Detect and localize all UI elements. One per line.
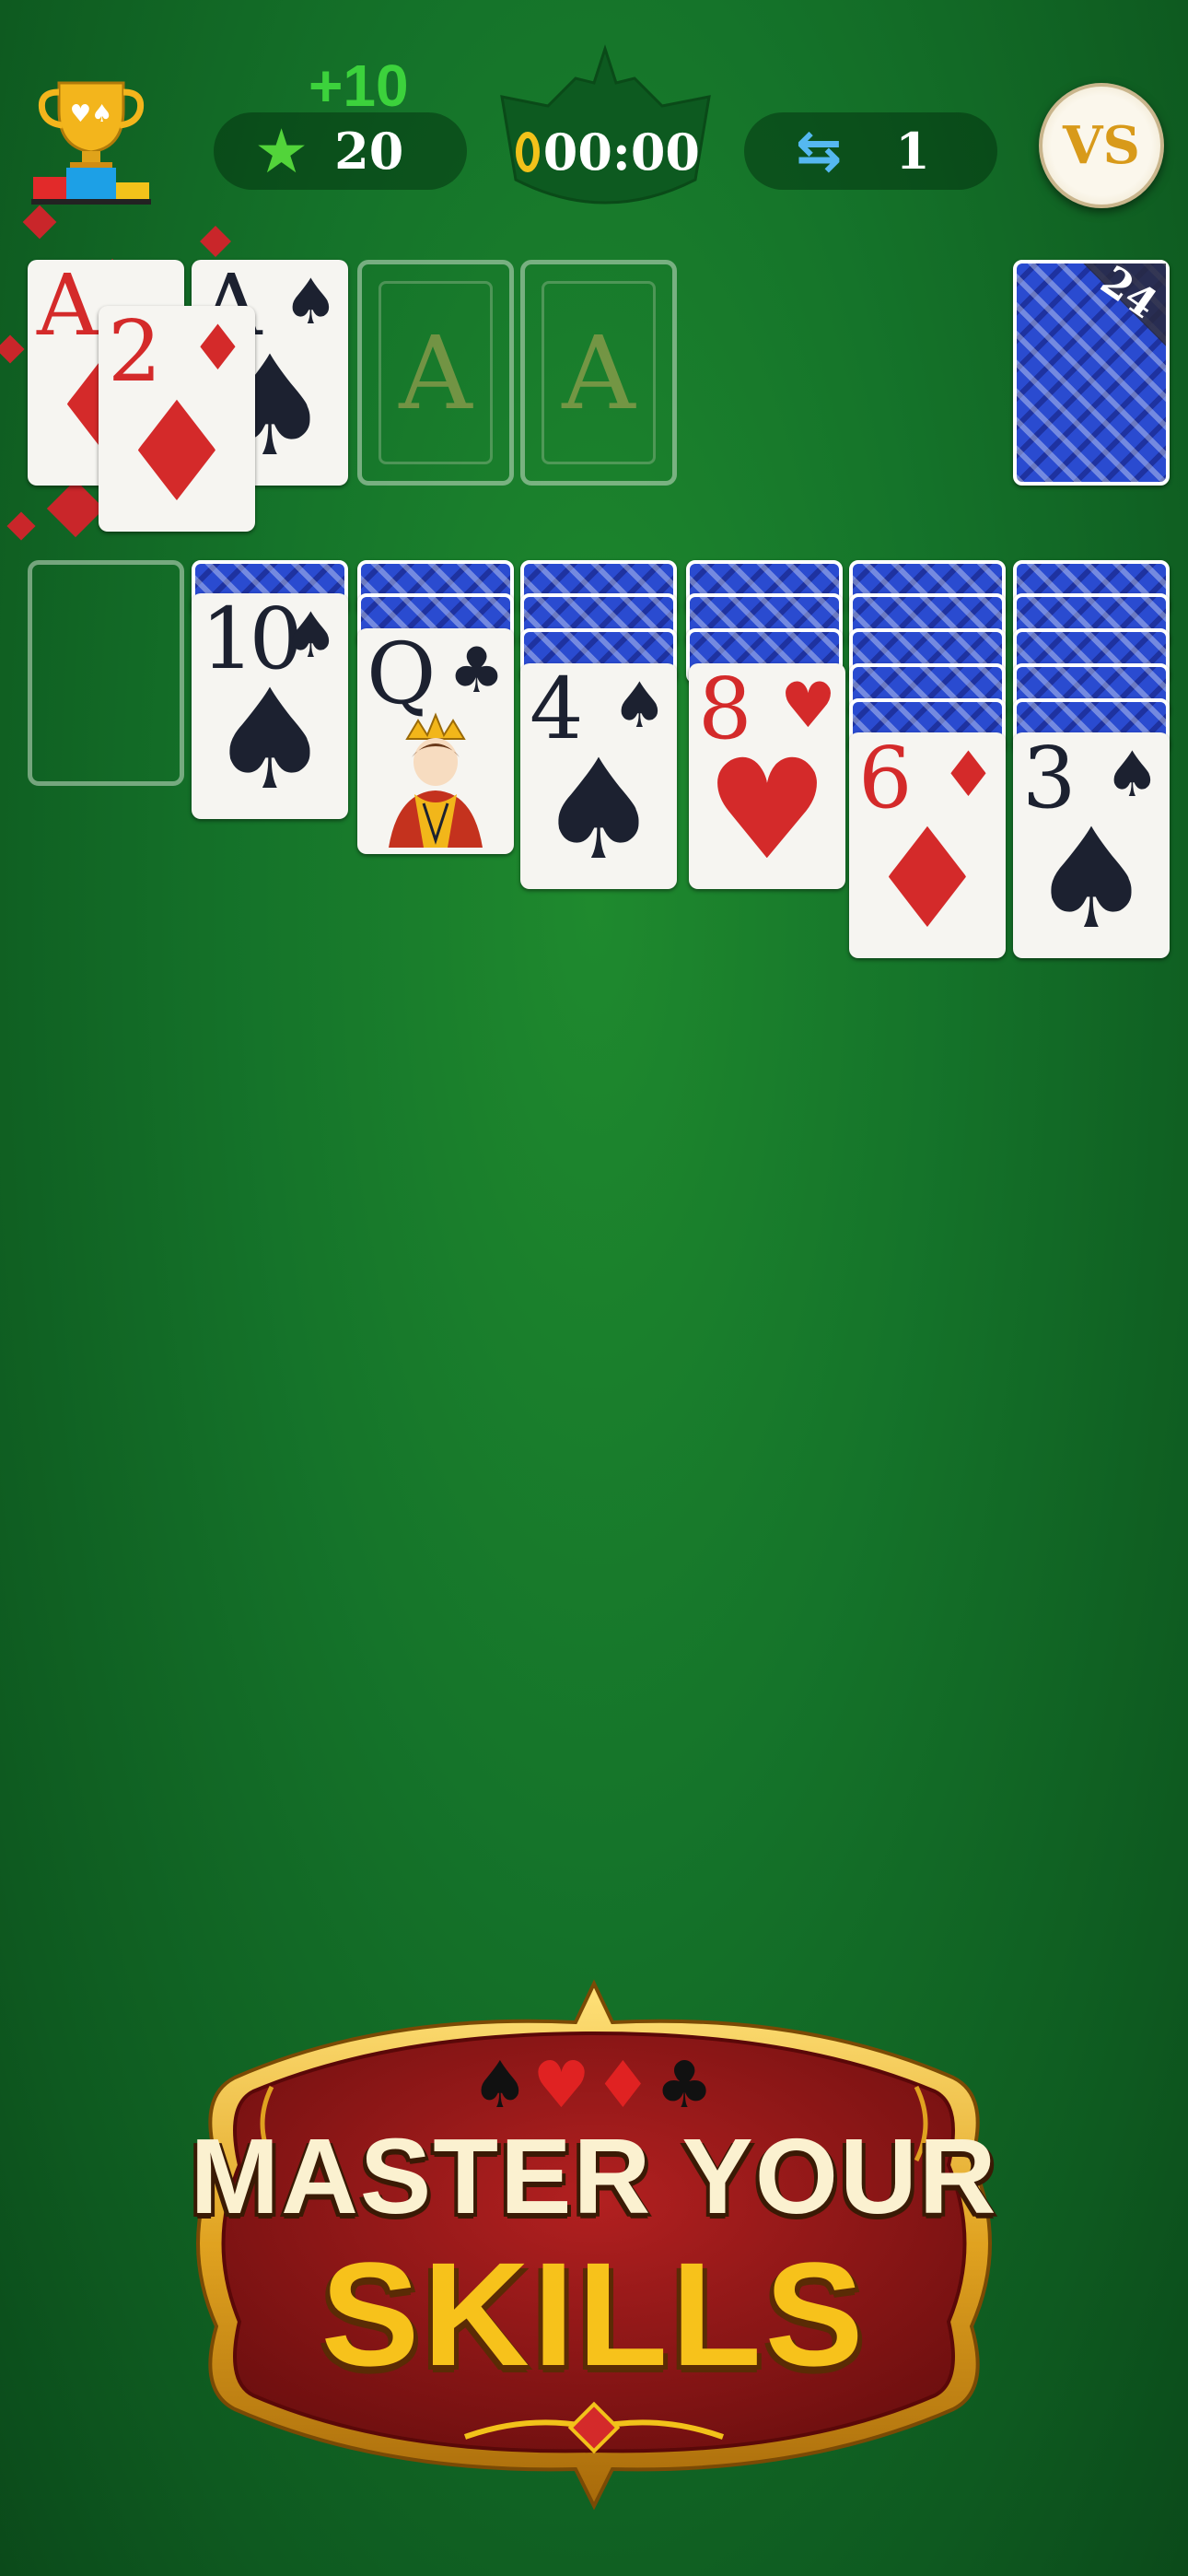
score-bonus: +10 xyxy=(309,53,409,119)
star-icon: ★ xyxy=(254,115,309,187)
foundation-slot-2[interactable]: A xyxy=(520,260,677,486)
tableau-card[interactable]: 3 ♠ ♠ xyxy=(1013,732,1170,958)
banner-line-2: SKILLS xyxy=(320,2231,868,2396)
timer-value: 00:00 xyxy=(542,123,700,181)
heart-icon: ♥ xyxy=(532,2047,594,2123)
stock-pile[interactable]: 24 xyxy=(1013,257,1170,486)
moves-value: 1 xyxy=(895,122,930,181)
waste-card-top[interactable]: 2 ♦ ♦ xyxy=(99,306,255,532)
diamond-icon: ♦ xyxy=(594,2047,656,2123)
confetti xyxy=(22,205,57,240)
svg-text:♥♠: ♥♠ xyxy=(70,100,113,128)
tableau-card[interactable]: 4 ♠ ♠ xyxy=(520,663,677,889)
stock-count-badge: 24 xyxy=(1083,257,1166,346)
queen-portrait xyxy=(389,712,483,848)
banner-suits: ♠♥♦♣ xyxy=(0,2047,1188,2123)
club-icon: ♣ xyxy=(655,2047,717,2123)
confetti xyxy=(0,334,25,364)
banner-line-1: MASTER YOUR xyxy=(190,2116,998,2236)
confetti xyxy=(46,479,105,538)
tableau-card[interactable]: 10 ♠ ♠ xyxy=(192,593,348,819)
score-pill: ★ 20 xyxy=(214,112,467,190)
tableau-empty-slot[interactable] xyxy=(28,560,184,786)
swap-arrows-icon: ⇆ xyxy=(796,119,843,183)
spade-icon: ♠ xyxy=(471,2047,533,2123)
leaderboard-trophy-icon[interactable]: ♥♠ xyxy=(31,76,151,205)
clock-icon xyxy=(516,132,540,172)
foundation-slot-1[interactable]: A xyxy=(357,260,514,486)
confetti xyxy=(200,226,231,257)
tableau-card[interactable]: 6 ♦ ♦ xyxy=(849,732,1006,958)
confetti xyxy=(6,511,36,541)
tableau-card[interactable]: Q ♣ xyxy=(357,628,514,854)
tableau-card[interactable]: 8 ♥ ♥ xyxy=(689,663,845,889)
score-value: 20 xyxy=(334,122,404,181)
timer: 00:00 xyxy=(516,111,700,193)
moves-pill: ⇆ 1 xyxy=(744,112,997,190)
versus-button[interactable]: VS xyxy=(1039,83,1164,208)
